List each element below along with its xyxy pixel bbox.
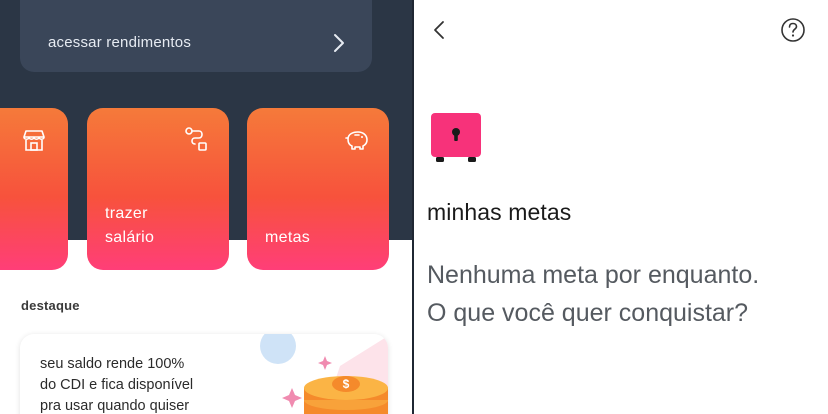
promo-text-line1: seu saldo rende 100% — [40, 356, 185, 372]
promo-text-line3: pra usar quando quiser — [40, 398, 190, 414]
tile-store[interactable]: o — [0, 108, 68, 270]
tile-bring-salary-label: trazer salário — [105, 202, 154, 250]
chevron-left-icon[interactable] — [428, 18, 452, 42]
promo-text-line2: do CDI e fica disponível — [40, 377, 194, 393]
page-title: minhas metas — [427, 199, 572, 225]
tile-bring-salary[interactable]: trazer salário — [87, 108, 229, 270]
coin-stack-icon: $ — [260, 334, 388, 414]
tile-bring-salary-line1: trazer — [105, 205, 148, 222]
tile-goals[interactable]: metas — [247, 108, 389, 270]
chevron-right-icon[interactable] — [332, 32, 346, 54]
tile-goals-label: metas — [265, 229, 311, 246]
route-transfer-icon — [185, 127, 207, 151]
tile-bring-salary-line2: salário — [105, 229, 155, 246]
yield-link-label[interactable]: acessar rendimentos — [48, 34, 191, 51]
yield-card[interactable]: acessar rendimentos — [20, 0, 372, 72]
empty-state-message: Nenhuma meta por enquanto. O que você qu… — [427, 256, 817, 332]
promo-card[interactable]: seu saldo rende 100% do CDI e fica dispo… — [20, 334, 388, 414]
safe-box-icon — [431, 113, 481, 162]
empty-state-line2: O que você quer conquistar? — [427, 299, 749, 327]
store-icon — [23, 130, 45, 151]
svg-text:$: $ — [343, 377, 350, 391]
piggy-bank-icon — [345, 131, 368, 150]
highlight-section-title: destaque — [21, 298, 80, 313]
home-screen: acessar rendimentos o trazer salário — [0, 0, 412, 414]
empty-state-line1: Nenhuma meta por enquanto. — [427, 261, 760, 289]
goals-screen: minhas metas Nenhuma meta por enquanto. … — [414, 0, 828, 414]
help-circle-icon[interactable] — [780, 17, 806, 43]
promo-text: seu saldo rende 100% do CDI e fica dispo… — [40, 354, 240, 414]
